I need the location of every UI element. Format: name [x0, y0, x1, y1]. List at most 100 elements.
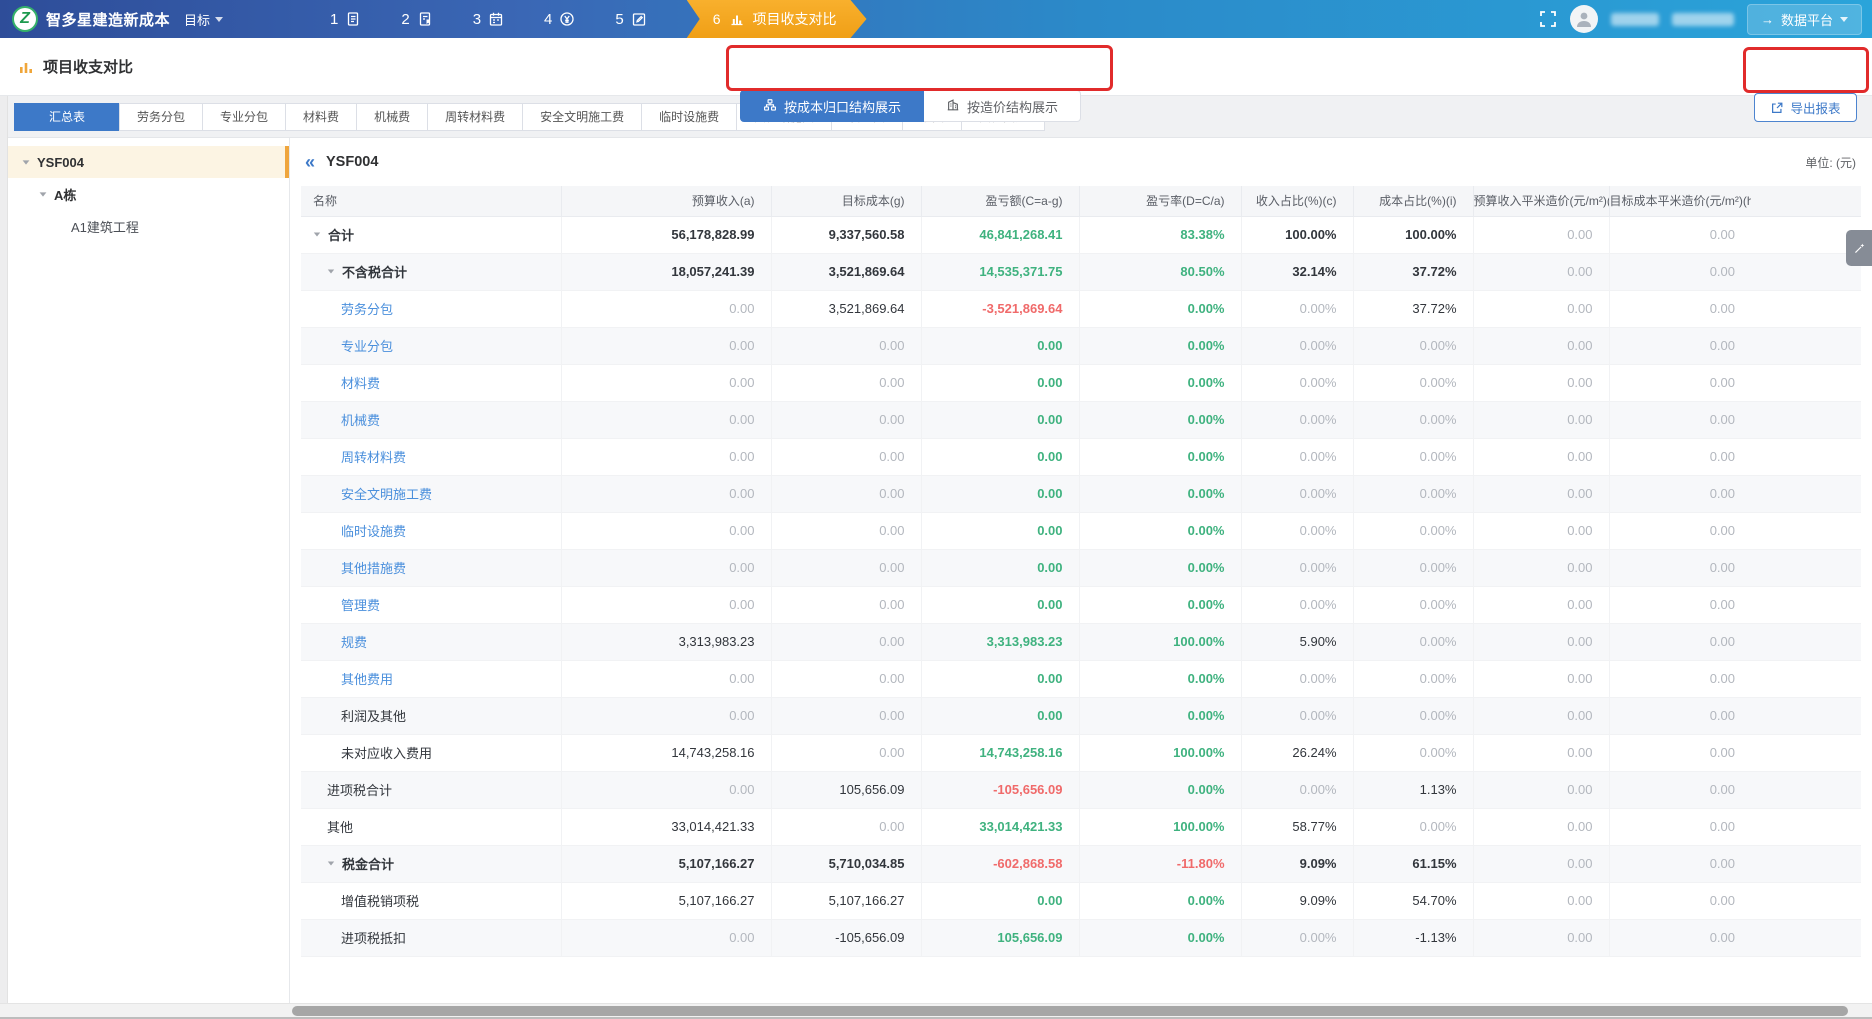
- step-icon: [488, 11, 504, 27]
- row-name-link[interactable]: 规费: [341, 632, 367, 651]
- row-name-link[interactable]: 安全文明施工费: [341, 484, 432, 503]
- nav-step-active[interactable]: 6 项目收支对比: [687, 0, 867, 38]
- value-cell: 33,014,421.33: [921, 808, 1079, 845]
- value-cell: 0.00: [921, 660, 1079, 697]
- value-cell: 0.00%: [1353, 660, 1473, 697]
- step-number: 1: [330, 11, 338, 28]
- tab-item[interactable]: 周转材料费: [427, 103, 523, 131]
- value-cell: 0.00: [1609, 919, 1751, 956]
- value-cell: 0.00: [1609, 623, 1751, 660]
- value-cell: 0.00: [1473, 512, 1609, 549]
- row-name-link[interactable]: 机械费: [341, 410, 380, 429]
- filler-cell: [1751, 290, 1861, 327]
- horizontal-scrollbar[interactable]: [0, 1003, 1872, 1017]
- row-name-cell: 税金合计: [301, 845, 561, 882]
- value-cell: 0.00%: [1241, 586, 1353, 623]
- row-name-link[interactable]: 其他措施费: [341, 558, 406, 577]
- toggle-icon: [763, 98, 777, 115]
- tab-item[interactable]: 专业分包: [202, 103, 286, 131]
- value-cell: 0.00: [1473, 623, 1609, 660]
- step-label: 项目收支对比: [753, 9, 837, 29]
- value-cell: 3,521,869.64: [771, 290, 921, 327]
- value-cell: 0.00%: [1353, 475, 1473, 512]
- platform-label: 数据平台: [1781, 10, 1833, 29]
- view-toggle-button[interactable]: 按造价结构展示: [924, 90, 1081, 122]
- value-cell: 54.70%: [1353, 882, 1473, 919]
- table-row: 劳务分包0.003,521,869.64-3,521,869.640.00%0.…: [301, 290, 1861, 327]
- page-title: 项目收支对比: [18, 56, 133, 77]
- row-name-link[interactable]: 劳务分包: [341, 299, 393, 318]
- avatar[interactable]: [1570, 5, 1598, 33]
- nav-step[interactable]: 2: [401, 11, 432, 28]
- row-name-link[interactable]: 其他费用: [341, 669, 393, 688]
- tree-caret-icon: [40, 192, 47, 196]
- page-title-text: 项目收支对比: [43, 56, 133, 77]
- tab-item[interactable]: 劳务分包: [119, 103, 203, 131]
- column-settings-tab[interactable]: [1846, 230, 1872, 266]
- row-name-link[interactable]: 周转材料费: [341, 447, 406, 466]
- tree-item[interactable]: YSF004: [8, 146, 289, 178]
- row-name-link[interactable]: 临时设施费: [341, 521, 406, 540]
- nav-step[interactable]: 1: [330, 11, 361, 28]
- value-cell: 3,313,983.23: [921, 623, 1079, 660]
- view-toggle-button[interactable]: 按成本归口结构展示: [740, 90, 924, 122]
- tree-item[interactable]: A1建筑工程: [8, 210, 289, 242]
- unit-label: 单位: (元): [1805, 154, 1856, 171]
- row-expand-caret-icon[interactable]: [328, 862, 334, 866]
- value-cell: 14,743,258.16: [561, 734, 771, 771]
- value-cell: 0.00%: [1079, 549, 1241, 586]
- value-cell: 58.77%: [1241, 808, 1353, 845]
- row-name-link[interactable]: 专业分包: [341, 336, 393, 355]
- row-name-cell: 材料费: [301, 364, 561, 401]
- value-cell: 0.00: [771, 623, 921, 660]
- value-cell: 0.00: [921, 401, 1079, 438]
- row-name-cell: 规费: [301, 623, 561, 660]
- row-name-link[interactable]: 材料费: [341, 373, 380, 392]
- row-name-cell: 劳务分包: [301, 290, 561, 327]
- user-org-redacted: [1672, 13, 1734, 26]
- value-cell: 0.00%: [1241, 697, 1353, 734]
- value-cell: 83.38%: [1079, 216, 1241, 253]
- filler-cell: [1751, 623, 1861, 660]
- row-name-cell: 不含税合计: [301, 253, 561, 290]
- row-name-cell: 临时设施费: [301, 512, 561, 549]
- data-platform-button[interactable]: → 数据平台: [1747, 4, 1862, 35]
- value-cell: 0.00%: [1353, 808, 1473, 845]
- value-cell: 0.00: [771, 512, 921, 549]
- row-name-cell: 进项税抵扣: [301, 919, 561, 956]
- tree-item[interactable]: A栋: [8, 178, 289, 210]
- row-expand-caret-icon[interactable]: [328, 270, 334, 274]
- value-cell: 0.00: [1609, 771, 1751, 808]
- mode-dropdown[interactable]: 目标: [184, 10, 223, 29]
- row-expand-caret-icon[interactable]: [314, 233, 320, 237]
- scrollbar-thumb[interactable]: [292, 1006, 1848, 1016]
- value-cell: 0.00: [1473, 845, 1609, 882]
- building-icon: [946, 98, 960, 112]
- row-name-cell: 安全文明施工费: [301, 475, 561, 512]
- value-cell: 0.00%: [1079, 771, 1241, 808]
- collapse-panel-icon[interactable]: «: [305, 153, 315, 171]
- row-name-cell: 未对应收入费用: [301, 734, 561, 771]
- value-cell: 80.50%: [1079, 253, 1241, 290]
- value-cell: 0.00: [921, 549, 1079, 586]
- value-cell: 0.00: [771, 475, 921, 512]
- tab-item[interactable]: 安全文明施工费: [522, 103, 642, 131]
- row-name-link[interactable]: 管理费: [341, 595, 380, 614]
- tab-item[interactable]: 材料费: [285, 103, 357, 131]
- export-report-button[interactable]: 导出报表: [1754, 93, 1857, 122]
- value-cell: 0.00%: [1241, 438, 1353, 475]
- fullscreen-icon[interactable]: [1539, 10, 1557, 28]
- value-cell: -11.80%: [1079, 845, 1241, 882]
- table-row: 机械费0.000.000.000.00%0.00%0.00%0.000.00: [301, 401, 1861, 438]
- value-cell: 0.00%: [1079, 697, 1241, 734]
- nav-step[interactable]: 3: [473, 11, 504, 28]
- nav-step[interactable]: 5: [615, 11, 646, 28]
- tab-item[interactable]: 临时设施费: [641, 103, 737, 131]
- value-cell: 37.72%: [1353, 253, 1473, 290]
- tab-item[interactable]: 机械费: [356, 103, 428, 131]
- value-cell: 0.00%: [1079, 882, 1241, 919]
- nav-step[interactable]: 4: [544, 11, 575, 28]
- brand: Z 智多星建造新成本 目标: [0, 6, 223, 32]
- tab-item[interactable]: 汇总表: [14, 103, 120, 131]
- edit-icon: [631, 11, 647, 27]
